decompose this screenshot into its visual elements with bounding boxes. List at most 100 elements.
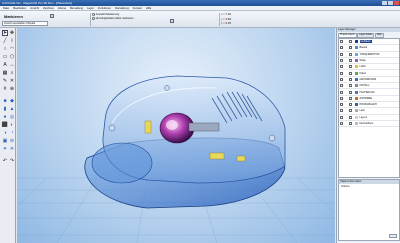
lock-checkbox[interactable] xyxy=(349,109,352,113)
visibility-icon[interactable] xyxy=(340,90,343,94)
lock-checkbox[interactable] xyxy=(349,96,352,100)
visibility-icon[interactable] xyxy=(340,59,343,63)
redo-icon[interactable]: ↷ xyxy=(9,158,15,164)
option-checkbox[interactable] xyxy=(92,17,95,20)
menu-item[interactable]: Ebene xyxy=(58,7,66,10)
visibility-icon[interactable] xyxy=(340,46,343,50)
cylinder-3d-icon[interactable]: ▮ xyxy=(2,106,8,112)
visibility-icon[interactable] xyxy=(340,71,343,75)
menu-item[interactable]: Bearbeiten xyxy=(13,7,26,10)
model-render xyxy=(17,75,335,243)
circle-icon[interactable]: ○ xyxy=(2,46,8,52)
coord-value: 3.83 xyxy=(225,16,232,21)
rectangle-icon[interactable]: ▭ xyxy=(2,54,8,60)
revolve-icon[interactable]: ◐ xyxy=(9,122,15,128)
close-icon[interactable] xyxy=(394,1,399,5)
visibility-icon[interactable] xyxy=(340,96,343,100)
layer-manager-panel: Layer-Manager Projekt-Layers Layer-Folde… xyxy=(336,28,400,243)
polygon-icon[interactable]: ⬠ xyxy=(9,54,15,60)
lock-checkbox[interactable] xyxy=(349,77,352,81)
polyline-icon[interactable]: ⌇ xyxy=(9,38,15,44)
menu-item[interactable]: Ansicht xyxy=(30,7,39,10)
menu-item[interactable]: Hilfe xyxy=(146,7,151,10)
menu-item[interactable]: Darstellung xyxy=(115,7,129,10)
coordinate-readout: x = 7.92 y = 3.83 z = 0.25 xyxy=(221,12,243,27)
mode-select[interactable]: Ansicht auswählen Objekte xyxy=(2,21,48,26)
pick-icon[interactable] xyxy=(50,14,54,18)
light-icon[interactable]: ☀ xyxy=(9,146,15,152)
sketch-icon[interactable]: ✎ xyxy=(2,78,8,84)
visibility-icon[interactable] xyxy=(340,77,343,81)
color-swatch xyxy=(355,59,358,63)
visibility-icon[interactable] xyxy=(340,65,343,69)
layer-name: Gehäuse xyxy=(359,40,372,44)
wedge-3d-icon[interactable]: ◆ xyxy=(9,98,15,104)
lock-checkbox[interactable] xyxy=(349,59,352,63)
info-button[interactable] xyxy=(389,234,397,238)
lock-checkbox[interactable] xyxy=(349,84,352,88)
minimize-icon[interactable] xyxy=(382,1,387,5)
section-icon[interactable]: ⊘ xyxy=(9,138,15,144)
visibility-icon[interactable] xyxy=(340,115,343,119)
fillet-icon[interactable]: ◔ xyxy=(9,130,15,136)
lock-checkbox[interactable] xyxy=(349,71,352,75)
box-3d-icon[interactable]: ■ xyxy=(2,98,8,104)
visibility-icon[interactable] xyxy=(340,109,343,113)
extrude-icon[interactable]: ⬛ xyxy=(2,122,8,128)
arrow-cursor-icon[interactable]: ➤ xyxy=(2,30,8,36)
lock-checkbox[interactable] xyxy=(349,115,352,119)
window-title: ArchiCAD-Ver - MegaCAD Pro 3D Rev - [Pla… xyxy=(2,1,72,5)
color-swatch xyxy=(355,84,358,88)
visibility-icon[interactable] xyxy=(340,122,343,125)
maximize-icon[interactable] xyxy=(388,1,393,5)
color-swatch xyxy=(355,115,358,119)
zoom-icon[interactable]: ⌕ xyxy=(9,70,15,76)
coord-value: 0.25 xyxy=(225,21,232,25)
sphere-3d-icon[interactable]: ● xyxy=(2,114,8,120)
shell-icon[interactable]: ▣ xyxy=(2,138,8,144)
line-icon[interactable]: ╱ xyxy=(2,38,8,44)
lock-checkbox[interactable] xyxy=(349,46,352,50)
layer-name: Lack xyxy=(359,109,365,113)
option-checkbox[interactable] xyxy=(92,13,95,16)
menu-item[interactable]: Fenster xyxy=(133,7,142,10)
visibility-icon[interactable] xyxy=(340,52,343,56)
visibility-icon[interactable] xyxy=(340,40,343,44)
menu-item[interactable]: Bemaßung xyxy=(70,7,83,10)
tab-project-layers[interactable]: Projekt-Layers xyxy=(338,32,357,38)
screw xyxy=(164,85,170,91)
visibility-icon[interactable] xyxy=(340,103,343,107)
torus-3d-icon[interactable]: ◎ xyxy=(9,114,15,120)
lock-checkbox[interactable] xyxy=(349,90,352,94)
boolean-icon[interactable]: ◑ xyxy=(2,130,8,136)
tab-layer-folder[interactable]: Layer-Folder xyxy=(357,32,375,38)
menu-item[interactable]: Datei xyxy=(3,7,9,10)
lock-checkbox[interactable] xyxy=(349,103,352,107)
menu-item[interactable]: Layer xyxy=(87,7,94,10)
layer-name: Dach-Ebene xyxy=(359,122,374,125)
settings-icon[interactable] xyxy=(170,19,174,23)
lock-checkbox[interactable] xyxy=(349,65,352,69)
tab-active[interactable]: Aktiv xyxy=(374,32,384,38)
cone-3d-icon[interactable]: ▲ xyxy=(9,106,15,112)
render-icon[interactable]: ✦ xyxy=(2,146,8,152)
eraser-icon[interactable]: ✕ xyxy=(9,78,15,84)
move-icon[interactable]: ✥ xyxy=(9,30,15,36)
dimension-icon[interactable]: ↔ xyxy=(9,62,15,68)
text-icon[interactable]: A xyxy=(2,62,8,68)
lock-checkbox[interactable] xyxy=(349,52,352,56)
grid-icon[interactable]: # xyxy=(2,86,8,92)
visibility-icon[interactable] xyxy=(340,84,343,88)
arc-icon[interactable]: ◠ xyxy=(9,46,15,52)
lock-checkbox[interactable] xyxy=(349,122,352,125)
list-item[interactable]: Dach-Ebene xyxy=(339,121,399,128)
tool-palette: ➤ ✥ ╱ ⌇ ○ ◠ ▭ ⬠ A ↔ ▦ ⌕ ✎ ✕ # ⊕ ■ ◆ ▮ ▲ … xyxy=(0,28,16,243)
lock-checkbox[interactable] xyxy=(349,40,352,44)
menu-item[interactable]: Funktionen xyxy=(98,7,111,10)
undo-icon[interactable]: ↶ xyxy=(2,158,8,164)
toolbar-divider xyxy=(90,13,91,26)
hatch-icon[interactable]: ▦ xyxy=(2,70,8,76)
3d-viewport[interactable] xyxy=(17,28,335,243)
snap-icon[interactable]: ⊕ xyxy=(9,86,15,92)
menu-item[interactable]: Zeichnen xyxy=(43,7,54,10)
